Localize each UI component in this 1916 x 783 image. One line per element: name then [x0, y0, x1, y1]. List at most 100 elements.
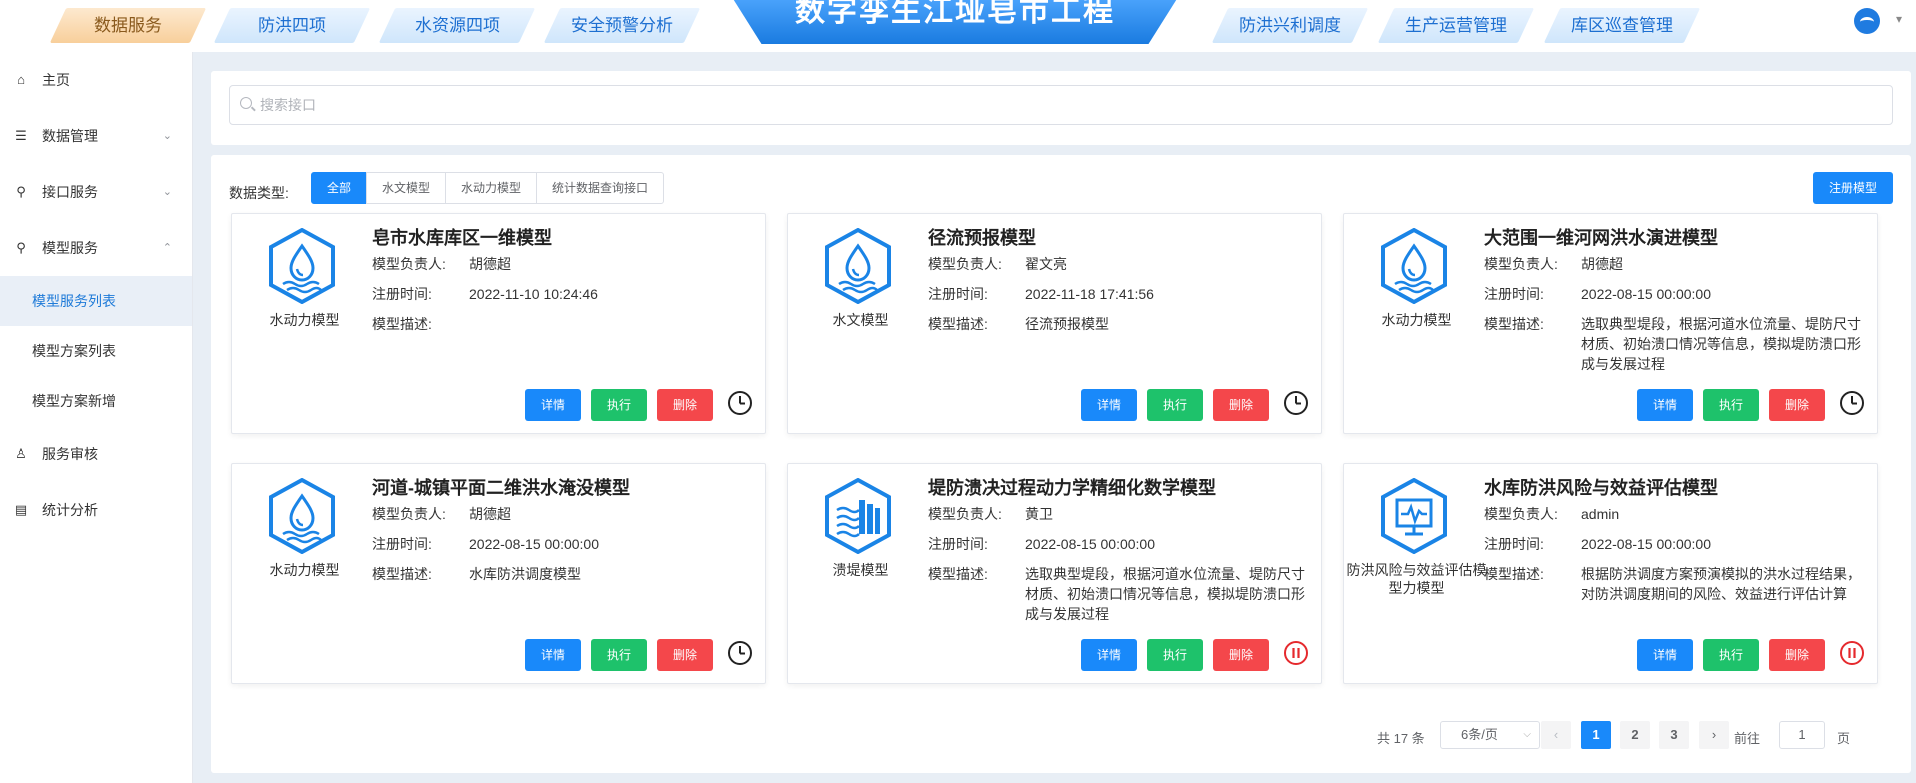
clock-icon[interactable]: [723, 640, 753, 671]
prev-page-button[interactable]: ‹: [1541, 721, 1571, 749]
sidebar-item-home[interactable]: ⌂ 主页: [0, 52, 192, 108]
sidebar: ⌂ 主页 ☰ 数据管理 ⌄ ⚲ 接口服务 ⌄ ⚲ 模型服务 ⌃ 模型服务列表 模…: [0, 52, 193, 783]
sidebar-subitem-scheme-list[interactable]: 模型方案列表: [0, 326, 192, 376]
detail-button[interactable]: 详情: [1081, 639, 1137, 671]
detail-button[interactable]: 详情: [525, 639, 581, 671]
model-title: 水库防洪风险与效益评估模型: [1484, 478, 1718, 498]
execute-button[interactable]: 执行: [1147, 639, 1203, 671]
filter-all-button[interactable]: 全部: [311, 172, 368, 204]
time-label: 注册时间:: [1484, 286, 1544, 302]
execute-button[interactable]: 执行: [1703, 639, 1759, 671]
page-button-1[interactable]: 1: [1581, 721, 1611, 749]
model-card[interactable]: 水动力模型 皂市水库库区一维模型 模型负责人: 胡德超 注册时间: 2022-11-10 …: [231, 213, 766, 434]
plug-icon: ⚲: [16, 240, 26, 255]
delete-button[interactable]: 删除: [1769, 389, 1825, 421]
chevron-down-icon[interactable]: ▾: [1896, 12, 1902, 26]
desc-value: 径流预报模型: [1025, 316, 1109, 332]
delete-button[interactable]: 删除: [657, 389, 713, 421]
time-value: 2022-11-18 17:41:56: [1025, 286, 1154, 302]
drop-icon: [1379, 227, 1449, 305]
database-icon: ☰: [15, 128, 27, 143]
execute-button[interactable]: 执行: [591, 639, 647, 671]
execute-button[interactable]: 执行: [1703, 389, 1759, 421]
time-value: 2022-11-10 10:24:46: [469, 286, 598, 302]
execute-button[interactable]: 执行: [1147, 389, 1203, 421]
detail-button[interactable]: 详情: [1637, 639, 1693, 671]
top-tab-water-resource[interactable]: 水资源四项: [378, 8, 536, 43]
page-size-select[interactable]: 6条/页 ⌵: [1440, 721, 1540, 749]
delete-button[interactable]: 删除: [1769, 639, 1825, 671]
desc-label: 模型描述:: [372, 316, 432, 332]
owner-row: 模型负责人: 胡德超: [1484, 254, 1623, 274]
desc-row: 模型描述: 选取典型堤段，根据河道水位流量、堤防尺寸材质、初始溃口情况等信息，模拟…: [928, 564, 1318, 622]
detail-button[interactable]: 详情: [1637, 389, 1693, 421]
drop-icon: [267, 477, 337, 555]
time-row: 注册时间: 2022-11-10 10:24:46: [372, 284, 598, 304]
top-tab-safety-warning[interactable]: 安全预警分析: [543, 8, 701, 43]
desc-value: 水库防洪调度模型: [469, 566, 581, 582]
time-value: 2022-08-15 00:00:00: [469, 536, 599, 552]
owner-row: 模型负责人: admin: [1484, 504, 1619, 524]
desc-row: 模型描述: 水库防洪调度模型: [372, 564, 762, 584]
search-input[interactable]: [260, 86, 1860, 124]
owner-value: 黄卫: [1025, 506, 1053, 522]
model-card[interactable]: 水文模型 径流预报模型 模型负责人: 翟文亮 注册时间: 2022-11-18 17:41…: [787, 213, 1322, 434]
page-button-2[interactable]: 2: [1620, 721, 1650, 749]
model-card[interactable]: 防洪风险与效益评估模型力模型 水库防洪风险与效益评估模型 模型负责人: admin 注册…: [1343, 463, 1878, 684]
detail-button[interactable]: 详情: [525, 389, 581, 421]
pause-icon[interactable]: [1279, 640, 1309, 671]
owner-value: 胡德超: [469, 506, 511, 522]
top-tab-flood-dispatch[interactable]: 防洪兴利调度: [1211, 8, 1369, 43]
pause-icon[interactable]: [1835, 640, 1865, 671]
sidebar-subitem-model-list[interactable]: 模型服务列表: [0, 276, 192, 326]
sidebar-subitem-scheme-add[interactable]: 模型方案新增: [0, 376, 192, 426]
desc-row: 模型描述: 根据防洪调度方案预演模拟的洪水过程结果，对防洪调度期间的风险、效益进行…: [1484, 564, 1874, 602]
goto-page-input[interactable]: 1: [1779, 721, 1825, 749]
pagination: 共 17 条 6条/页 ⌵ ‹ 1 2 3 › 前往 1 页: [211, 721, 1912, 751]
execute-button[interactable]: 执行: [591, 389, 647, 421]
model-card[interactable]: 水动力模型 大范围一维河网洪水演进模型 模型负责人: 胡德超 注册时间: 2022-08-…: [1343, 213, 1878, 434]
sidebar-item-interface-service[interactable]: ⚲ 接口服务 ⌄: [0, 164, 192, 220]
delete-button[interactable]: 删除: [657, 639, 713, 671]
next-page-button[interactable]: ›: [1699, 721, 1729, 749]
chart-icon: ▤: [14, 502, 28, 517]
sidebar-item-model-service[interactable]: ⚲ 模型服务 ⌃: [0, 220, 192, 276]
sidebar-item-service-audit[interactable]: ♙ 服务审核: [0, 426, 192, 482]
model-title: 大范围一维河网洪水演进模型: [1484, 228, 1718, 248]
clock-icon[interactable]: [723, 390, 753, 421]
top-navigation: 数据服务 防洪四项 水资源四项 安全预警分析 数字孪生江垭皂市工程 防洪兴利调度…: [0, 0, 1916, 52]
owner-row: 模型负责人: 翟文亮: [928, 254, 1067, 274]
time-label: 注册时间:: [372, 536, 432, 552]
filter-hydrology-button[interactable]: 水文模型: [366, 172, 447, 204]
model-title: 径流预报模型: [928, 228, 1036, 248]
filter-hydrodynamic-button[interactable]: 水动力模型: [445, 172, 538, 204]
model-card[interactable]: 水动力模型 河道-城镇平面二维洪水淹没模型 模型负责人: 胡德超 注册时间: 2022-0…: [231, 463, 766, 684]
top-tab-production[interactable]: 生产运营管理: [1377, 8, 1535, 43]
top-tab-data-service[interactable]: 数据服务: [49, 8, 207, 43]
desc-label: 模型描述:: [372, 566, 432, 582]
top-tab-flood-four[interactable]: 防洪四项: [213, 8, 371, 43]
register-model-button[interactable]: 注册模型: [1813, 172, 1893, 204]
model-title: 堤防溃决过程动力学精细化数学模型: [928, 478, 1216, 498]
model-card[interactable]: 溃堤模型 堤防溃决过程动力学精细化数学模型 模型负责人: 黄卫 注册时间: 2022-08…: [787, 463, 1322, 684]
desc-label: 模型描述:: [928, 316, 988, 332]
delete-button[interactable]: 删除: [1213, 389, 1269, 421]
stamp-icon: ♙: [15, 446, 27, 461]
page-button-3[interactable]: 3: [1659, 721, 1689, 749]
owner-label: 模型负责人:: [928, 256, 1002, 272]
top-tab-inspection[interactable]: 库区巡查管理: [1543, 8, 1701, 43]
delete-button[interactable]: 删除: [1213, 639, 1269, 671]
desc-value: 根据防洪调度方案预演模拟的洪水过程结果，对防洪调度期间的风险、效益进行评估计算: [1581, 566, 1861, 602]
filter-statistics-button[interactable]: 统计数据查询接口: [536, 172, 665, 204]
filter-group: 全部 水文模型 水动力模型 统计数据查询接口: [311, 172, 665, 204]
clock-icon[interactable]: [1279, 390, 1309, 421]
clock-icon[interactable]: [1835, 390, 1865, 421]
sidebar-item-label: 数据管理: [42, 128, 98, 144]
sidebar-item-statistics[interactable]: ▤ 统计分析: [0, 482, 192, 538]
detail-button[interactable]: 详情: [1081, 389, 1137, 421]
monitor-icon: [1379, 477, 1449, 555]
desc-label: 模型描述:: [1484, 566, 1544, 582]
logo-icon[interactable]: [1854, 8, 1880, 34]
owner-label: 模型负责人:: [372, 506, 446, 522]
sidebar-item-data-management[interactable]: ☰ 数据管理 ⌄: [0, 108, 192, 164]
